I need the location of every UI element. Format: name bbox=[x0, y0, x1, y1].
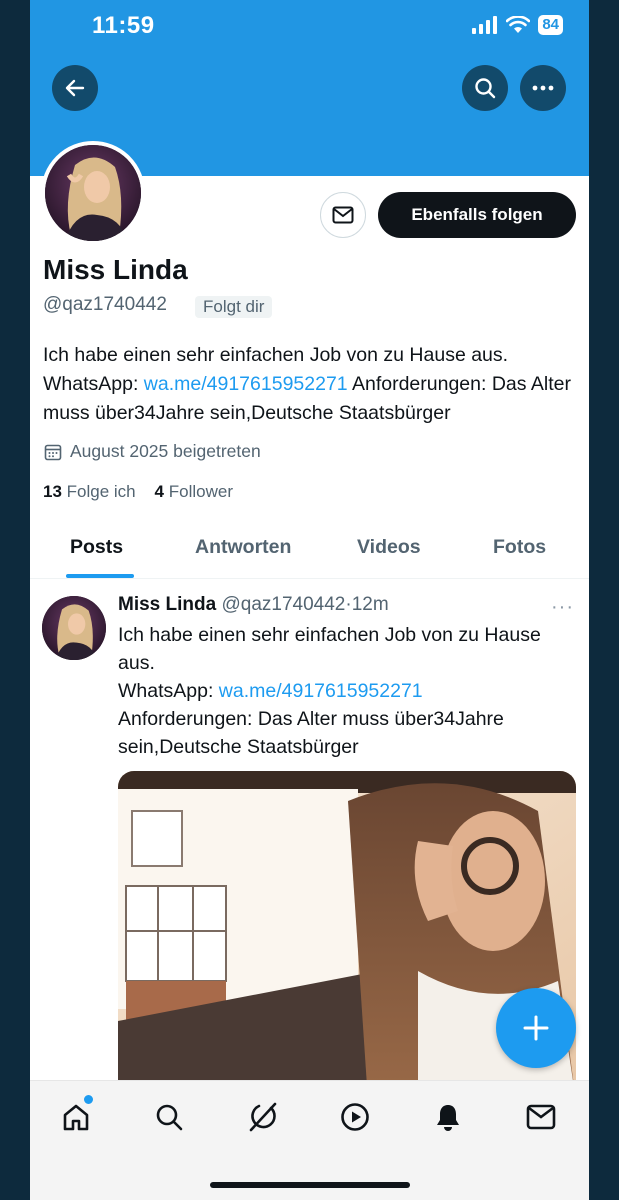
search-icon bbox=[475, 78, 496, 99]
battery-indicator: 84 bbox=[538, 15, 563, 35]
joined-text: August 2025 beigetreten bbox=[70, 441, 261, 461]
active-tab-indicator bbox=[66, 574, 134, 578]
post-line-2: WhatsApp: wa.me/4917615952271 bbox=[118, 677, 568, 705]
tab-posts[interactable]: Posts bbox=[70, 536, 123, 559]
post-line-1: Ich habe einen sehr einfachen Job von zu… bbox=[118, 624, 541, 674]
back-button[interactable] bbox=[52, 65, 98, 111]
follow-back-button[interactable]: Ebenfalls folgen bbox=[378, 192, 576, 238]
phone-screen: 11:59 84 Ebenfalls folgen Miss Linda @qa… bbox=[30, 0, 589, 1200]
followers-label: Follower bbox=[168, 482, 233, 501]
post-time: 12m bbox=[351, 594, 389, 615]
nav-video[interactable] bbox=[337, 1099, 373, 1135]
calendar-icon bbox=[44, 444, 62, 460]
more-horizontal-icon bbox=[532, 85, 554, 91]
bio-link[interactable]: wa.me/4917615952271 bbox=[144, 373, 348, 395]
avatar-image bbox=[45, 145, 141, 241]
profile-tabs: Posts Antworten Videos Fotos bbox=[30, 522, 589, 579]
plus-icon bbox=[523, 1015, 549, 1041]
profile-bio: Ich habe einen sehr einfachen Job von zu… bbox=[43, 341, 583, 428]
search-button[interactable] bbox=[462, 65, 508, 111]
post-text: Ich habe einen sehr einfachen Job von zu… bbox=[118, 621, 568, 761]
following-count: 13 bbox=[43, 482, 62, 501]
post-link[interactable]: wa.me/4917615952271 bbox=[219, 680, 423, 702]
tab-replies[interactable]: Antworten bbox=[195, 536, 291, 559]
nav-search[interactable] bbox=[151, 1099, 187, 1135]
tab-videos[interactable]: Videos bbox=[357, 536, 421, 559]
followers-count: 4 bbox=[154, 482, 165, 501]
nav-notifications[interactable] bbox=[430, 1099, 466, 1135]
follow-counts: 13 Folge ich 4 Follower bbox=[43, 482, 233, 502]
home-icon bbox=[63, 1104, 89, 1131]
mail-icon bbox=[526, 1104, 556, 1130]
arrow-left-icon bbox=[65, 79, 85, 97]
post-header: Miss Linda @qaz1740442·12m bbox=[118, 594, 389, 616]
follows-you-badge: Folgt dir bbox=[195, 296, 273, 318]
wifi-icon bbox=[506, 16, 531, 33]
more-button[interactable] bbox=[520, 65, 566, 111]
compose-post-button[interactable] bbox=[496, 988, 576, 1068]
grok-icon bbox=[249, 1102, 277, 1132]
status-icons: 84 bbox=[472, 15, 563, 35]
nav-messages[interactable] bbox=[523, 1099, 559, 1135]
tab-photos[interactable]: Fotos bbox=[493, 536, 546, 559]
bell-icon bbox=[437, 1105, 459, 1131]
notification-dot bbox=[82, 1093, 95, 1106]
home-indicator bbox=[210, 1182, 410, 1188]
post-avatar-image bbox=[42, 596, 106, 660]
status-bar: 11:59 84 bbox=[30, 0, 589, 56]
post-line-3: Anforderungen: Das Alter muss über34Jahr… bbox=[118, 708, 504, 758]
post-author-name[interactable]: Miss Linda bbox=[118, 594, 216, 615]
followers-link[interactable]: 4 Follower bbox=[155, 482, 233, 501]
joined-date: August 2025 beigetreten bbox=[44, 441, 261, 462]
post-avatar[interactable] bbox=[42, 596, 106, 660]
post-more-button[interactable]: ··· bbox=[551, 596, 574, 619]
signal-icon bbox=[472, 16, 498, 34]
message-button[interactable] bbox=[320, 192, 366, 238]
profile-handle: @qaz1740442 bbox=[43, 294, 167, 315]
profile-avatar[interactable] bbox=[41, 141, 145, 245]
post-author-handle: @qaz1740442 bbox=[221, 594, 346, 615]
nav-grok[interactable] bbox=[244, 1099, 280, 1135]
profile-name: Miss Linda bbox=[43, 254, 188, 285]
status-time: 11:59 bbox=[92, 12, 155, 39]
post-whatsapp-label: WhatsApp: bbox=[118, 680, 219, 702]
following-link[interactable]: 13 Folge ich bbox=[43, 482, 136, 501]
mail-icon bbox=[332, 206, 354, 224]
search-icon bbox=[156, 1104, 183, 1131]
following-label: Folge ich bbox=[66, 482, 136, 501]
play-circle-icon bbox=[341, 1103, 369, 1131]
